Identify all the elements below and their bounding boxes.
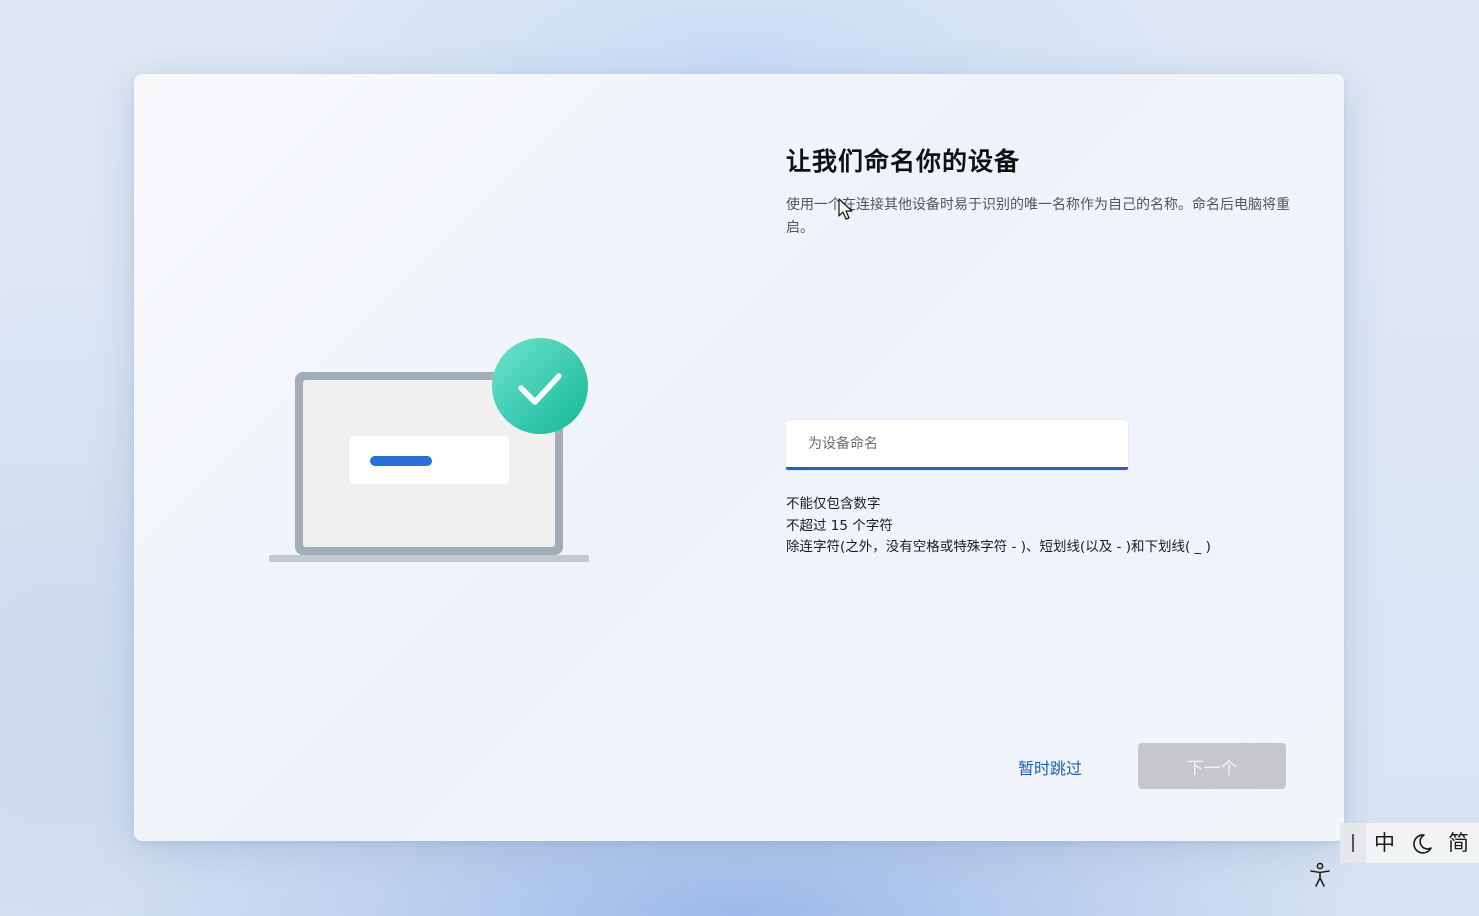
laptop-illustration (269, 338, 589, 562)
ime-charset-toggle[interactable]: 简 (1440, 823, 1477, 863)
screen-textbox-bar (370, 456, 432, 466)
rule-item: 除连字符(之外，没有空格或特殊字符 - )、短划线(以及 - )和下划线( _ … (786, 539, 1211, 555)
check-badge-icon (492, 338, 588, 434)
rule-item: 不能仅包含数字 (786, 496, 881, 512)
setup-card: 让我们命名你的设备 使用一个在连接其他设备时易于识别的唯一名称作为自己的名称。命… (134, 74, 1344, 841)
next-button[interactable]: 下一个 (1138, 743, 1286, 789)
ime-toolbar: 中 简 (1340, 823, 1479, 863)
page-title: 让我们命名你的设备 (786, 147, 1021, 176)
naming-rules: 不能仅包含数字 不超过 15 个字符 除连字符(之外，没有空格或特殊字符 - )… (786, 494, 1211, 559)
laptop-base (269, 555, 589, 562)
skip-button[interactable]: 暂时跳过 (1018, 755, 1082, 779)
moon-icon[interactable] (1403, 823, 1440, 863)
accessibility-icon[interactable] (1308, 862, 1332, 888)
ime-mode-toggle[interactable]: 中 (1366, 823, 1403, 863)
rule-item: 不超过 15 个字符 (786, 517, 893, 534)
device-name-input[interactable] (786, 420, 1128, 470)
ime-drag-handle[interactable] (1340, 823, 1366, 863)
page-description: 使用一个在连接其他设备时易于识别的唯一名称作为自己的名称。命名后电脑将重启。 (786, 197, 1290, 236)
mouse-cursor-icon (838, 198, 853, 220)
